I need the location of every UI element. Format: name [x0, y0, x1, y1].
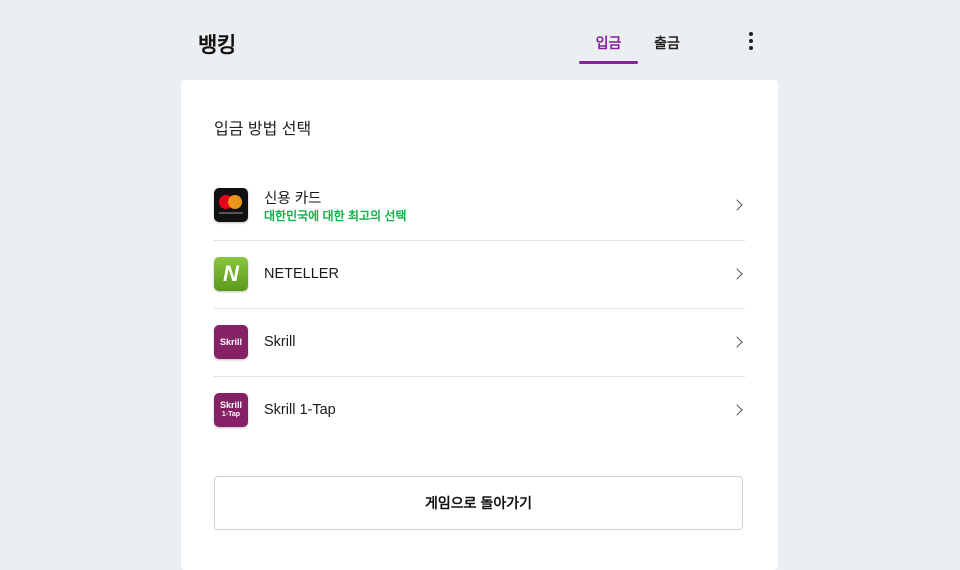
chevron-right-icon: [731, 336, 743, 348]
payment-method-subtitle: 대한민국에 대한 최고의 선택: [264, 209, 407, 223]
more-options-button[interactable]: [743, 31, 759, 53]
neteller-logo-icon: N: [214, 257, 248, 291]
payment-method-skrill-1tap[interactable]: Skrill 1-Tap Skrill 1-Tap: [214, 377, 745, 444]
banking-header: 뱅킹 입금 출금: [181, 0, 778, 80]
payment-method-neteller[interactable]: N NETELLER: [214, 241, 745, 309]
more-vertical-icon-dot: [749, 46, 753, 50]
skrill-1tap-logo-icon: Skrill 1-Tap: [214, 393, 248, 427]
more-vertical-icon-dot: [749, 39, 753, 43]
logo-text: Skrill: [219, 400, 242, 410]
payment-method-name: Skrill 1-Tap: [264, 402, 336, 418]
skrill-logo-icon: Skrill: [214, 325, 248, 359]
section-title: 입금 방법 선택: [214, 121, 312, 138]
tab-withdraw[interactable]: 출금: [647, 33, 687, 53]
payment-method-name: 신용 카드: [264, 191, 322, 207]
mastercard-logo-icon: [214, 188, 248, 222]
payment-method-name: Skrill: [264, 334, 296, 350]
payment-method-credit-card[interactable]: 신용 카드 대한민국에 대한 최고의 선택: [214, 170, 745, 241]
logo-subtext: 1-Tap: [221, 411, 241, 418]
page-title: 뱅킹: [198, 34, 236, 57]
back-to-game-button[interactable]: 게임으로 돌아가기: [214, 476, 743, 530]
tab-deposit[interactable]: 입금: [579, 33, 638, 53]
chevron-right-icon: [731, 404, 743, 416]
chevron-right-icon: [731, 199, 743, 211]
active-tab-indicator: [579, 61, 638, 64]
payment-method-list: 신용 카드 대한민국에 대한 최고의 선택 N NETELLER Skrill …: [214, 170, 745, 444]
payment-method-skrill[interactable]: Skrill Skrill: [214, 309, 745, 377]
deposit-card: 입금 방법 선택 신용 카드 대한민국에 대한 최고의 선택 N NETELLE…: [181, 80, 778, 570]
payment-method-name: NETELLER: [264, 266, 339, 282]
more-vertical-icon: [749, 32, 753, 36]
chevron-right-icon: [731, 268, 743, 280]
